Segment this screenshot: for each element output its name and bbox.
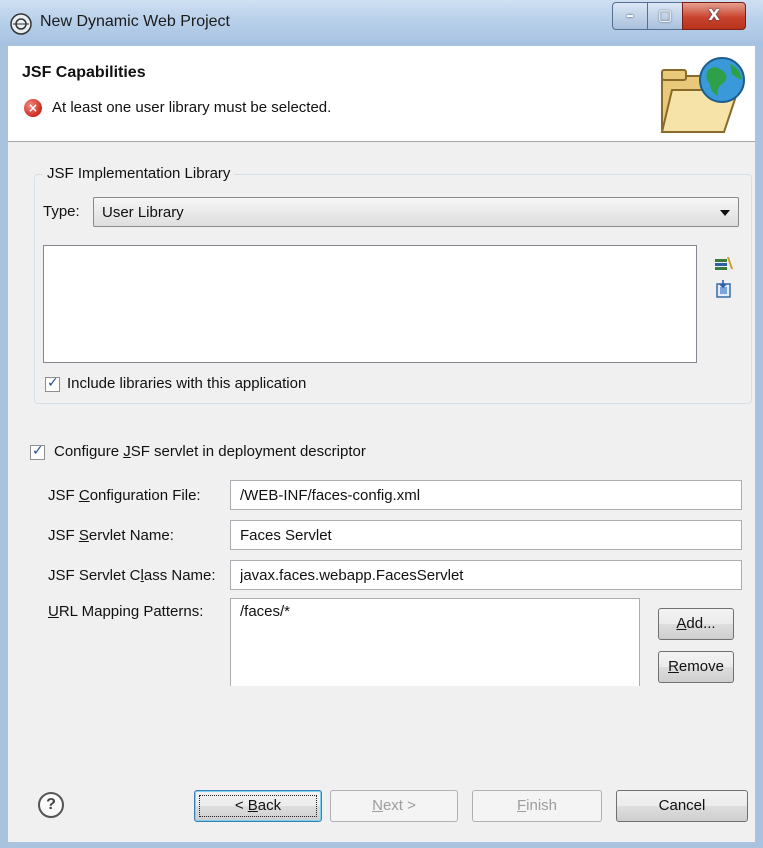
check-icon: ✓ <box>32 443 44 459</box>
next-button[interactable]: Next > <box>330 790 458 822</box>
config-file-input[interactable] <box>231 481 741 509</box>
maximize-icon: ▢ <box>657 6 673 24</box>
wizard-footer: ? < Back Next > Finish Cancel <box>8 770 755 842</box>
config-file-field[interactable] <box>230 480 742 510</box>
type-label: Type: <box>43 203 80 220</box>
close-button[interactable]: X <box>682 2 746 30</box>
type-select-value: User Library <box>102 204 184 221</box>
finish-button[interactable]: Finish <box>472 790 602 822</box>
download-library-icon[interactable] <box>713 279 735 299</box>
window-title: New Dynamic Web Project <box>40 13 230 30</box>
servlet-name-field[interactable] <box>230 520 742 550</box>
jsf-implementation-library-group: JSF Implementation Library Type: User Li… <box>34 165 752 404</box>
page-title: JSF Capabilities <box>22 64 146 81</box>
servlet-name-input[interactable] <box>231 521 741 549</box>
dialog-window: New Dynamic Web Project – ▢ X JSF Capabi… <box>0 0 763 848</box>
config-file-label: JSF Configuration File: <box>48 487 201 504</box>
type-select[interactable]: User Library <box>93 197 739 227</box>
configure-servlet-checkbox[interactable]: ✓ <box>30 443 45 460</box>
library-list[interactable] <box>43 245 697 363</box>
eclipse-app-icon <box>10 13 32 35</box>
cancel-button[interactable]: Cancel <box>616 790 748 822</box>
folder-globe-icon <box>660 57 745 133</box>
configure-servlet-label: Configure JSF servlet in deployment desc… <box>54 443 366 460</box>
servlet-class-label: JSF Servlet Class Name: <box>48 567 216 584</box>
error-icon: × <box>24 99 42 117</box>
list-item[interactable]: /faces/* <box>240 603 290 620</box>
url-mapping-list[interactable]: /faces/* <box>230 598 640 686</box>
chevron-down-icon <box>720 210 730 216</box>
back-button[interactable]: < Back <box>194 790 322 822</box>
wizard-content: JSF Implementation Library Type: User Li… <box>8 142 755 770</box>
minimize-icon: – <box>626 6 634 24</box>
help-icon[interactable]: ? <box>38 792 64 818</box>
include-libraries-checkbox[interactable]: ✓ <box>45 375 60 392</box>
servlet-class-field[interactable] <box>230 560 742 590</box>
check-icon: ✓ <box>47 375 59 391</box>
error-message: At least one user library must be select… <box>52 99 332 116</box>
title-bar[interactable]: New Dynamic Web Project – ▢ X <box>0 0 763 46</box>
remove-pattern-button[interactable]: Remove <box>658 651 734 683</box>
add-pattern-button[interactable]: Add... <box>658 608 734 640</box>
close-icon: X <box>708 6 720 24</box>
include-libraries-label: Include libraries with this application <box>67 375 307 392</box>
wizard-header: JSF Capabilities × At least one user lib… <box>8 46 755 142</box>
group-title: JSF Implementation Library <box>43 165 235 182</box>
servlet-name-label: JSF Servlet Name: <box>48 527 174 544</box>
servlet-class-input[interactable] <box>231 561 741 589</box>
url-mapping-label: URL Mapping Patterns: <box>48 603 204 620</box>
minimize-button[interactable]: – <box>612 2 648 30</box>
manage-libraries-icon[interactable] <box>713 253 735 273</box>
maximize-button[interactable]: ▢ <box>647 2 683 30</box>
